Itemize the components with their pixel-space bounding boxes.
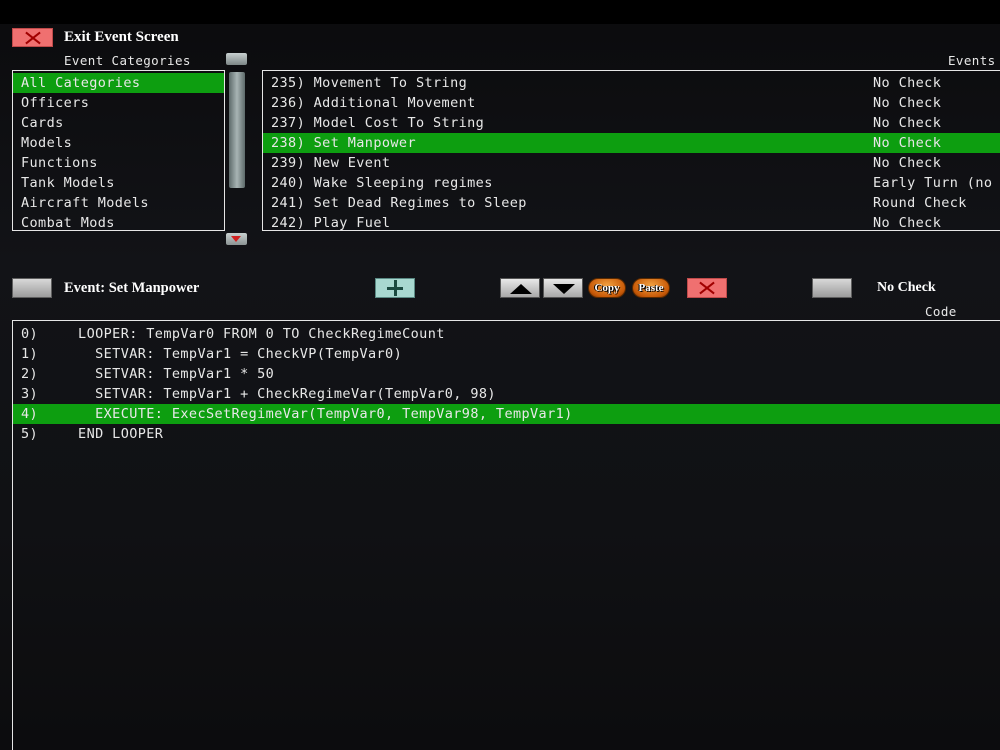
code-line-text: LOOPER: TempVar0 FROM 0 TO CheckRegimeCo…	[61, 326, 445, 342]
event-check-type: No Check	[873, 215, 942, 231]
check-toggle-button[interactable]	[812, 278, 852, 298]
events-list: 235) Movement To String No Check 236) Addi…	[262, 70, 1000, 231]
arrow-up-icon	[510, 284, 532, 294]
categories-scrollbar-thumb[interactable]	[229, 72, 245, 188]
event-check-type: Early Turn (no	[873, 175, 993, 191]
code-line-number: 3)	[21, 386, 39, 402]
code-line-number: 0)	[21, 326, 39, 342]
code-line-text: SETVAR: TempVar1 = CheckVP(TempVar0)	[61, 346, 403, 362]
event-name: 242) Play Fuel	[271, 215, 391, 231]
event-name: 239) New Event	[271, 155, 391, 171]
code-line-number: 1)	[21, 346, 39, 362]
event-name: 237) Model Cost To String	[271, 115, 485, 131]
move-up-button[interactable]	[500, 278, 540, 298]
code-line[interactable]: 1) SETVAR: TempVar1 = CheckVP(TempVar0)	[13, 344, 1000, 364]
event-row[interactable]: 236) Additional Movement No Check	[263, 93, 1000, 113]
category-item[interactable]: Cards	[13, 113, 224, 133]
arrow-down-icon	[553, 284, 575, 294]
code-line-number: 5)	[21, 426, 39, 442]
code-line-text: END LOOPER	[61, 426, 164, 442]
code-line[interactable]: 2) SETVAR: TempVar1 * 50	[13, 364, 1000, 384]
event-check-type: No Check	[873, 115, 942, 131]
event-name: 236) Additional Movement	[271, 95, 476, 111]
event-categories-title: Event Categories	[64, 53, 191, 68]
event-row[interactable]: 235) Movement To String No Check	[263, 73, 1000, 93]
code-editor: 0) LOOPER: TempVar0 FROM 0 TO CheckRegim…	[12, 320, 1000, 750]
event-row[interactable]: 242) Play Fuel No Check	[263, 213, 1000, 231]
categories-scroll-up-button[interactable]	[226, 53, 247, 65]
event-check-type: Round Check	[873, 195, 967, 211]
event-row[interactable]: 241) Set Dead Regimes to Sleep Round Chec…	[263, 193, 1000, 213]
copy-button[interactable]: Copy	[588, 278, 626, 298]
code-line[interactable]: 5) END LOOPER	[13, 424, 1000, 444]
event-row[interactable]: 240) Wake Sleeping regimes Early Turn (no	[263, 173, 1000, 193]
code-line-text: EXECUTE: ExecSetRegimeVar(TempVar0, Temp…	[61, 406, 573, 422]
category-item[interactable]: Aircraft Models	[13, 193, 224, 213]
top-bar	[0, 0, 1000, 24]
event-name: 240) Wake Sleeping regimes	[271, 175, 493, 191]
category-item[interactable]: All Categories	[13, 73, 224, 93]
event-check-type: No Check	[873, 135, 942, 151]
code-line-text: SETVAR: TempVar1 + CheckRegimeVar(TempVa…	[61, 386, 496, 402]
code-line[interactable]: 0) LOOPER: TempVar0 FROM 0 TO CheckRegim…	[13, 324, 1000, 344]
code-line-number: 2)	[21, 366, 39, 382]
event-check-type: No Check	[873, 75, 942, 91]
category-item[interactable]: Functions	[13, 153, 224, 173]
move-down-button[interactable]	[543, 278, 583, 298]
category-item[interactable]: Officers	[13, 93, 224, 113]
event-row[interactable]: 237) Model Cost To String No Check	[263, 113, 1000, 133]
event-row[interactable]: 238) Set Manpower No Check	[263, 133, 1000, 153]
event-name: 241) Set Dead Regimes to Sleep	[271, 195, 527, 211]
category-item[interactable]: Combat Mods	[13, 213, 224, 230]
code-line-number: 4)	[21, 406, 39, 422]
exit-event-screen-label: Exit Event Screen	[64, 29, 179, 45]
events-title: Events	[948, 53, 996, 68]
add-line-button[interactable]	[375, 278, 415, 298]
event-name: 238) Set Manpower	[271, 135, 416, 151]
code-line[interactable]: 3) SETVAR: TempVar1 + CheckRegimeVar(Tem…	[13, 384, 1000, 404]
event-row[interactable]: 239) New Event No Check	[263, 153, 1000, 173]
category-item[interactable]: Models	[13, 133, 224, 153]
event-check-type: No Check	[873, 155, 942, 171]
code-line[interactable]: 4) EXECUTE: ExecSetRegimeVar(TempVar0, T…	[13, 404, 1000, 424]
exit-close-button[interactable]	[12, 28, 53, 47]
categories-list: All Categories Officers Cards Models Functio…	[12, 70, 225, 231]
code-line-text: SETVAR: TempVar1 * 50	[61, 366, 275, 382]
code-title: Code	[925, 304, 957, 319]
category-item[interactable]: Tank Models	[13, 173, 224, 193]
check-type-label: No Check	[877, 280, 936, 295]
event-name: 235) Movement To String	[271, 75, 468, 91]
current-event-label: Event: Set Manpower	[64, 280, 200, 296]
paste-button[interactable]: Paste	[632, 278, 670, 298]
event-toggle-button[interactable]	[12, 278, 52, 298]
categories-scroll-down-button[interactable]	[226, 233, 247, 245]
event-check-type: No Check	[873, 95, 942, 111]
delete-line-button[interactable]	[687, 278, 727, 298]
